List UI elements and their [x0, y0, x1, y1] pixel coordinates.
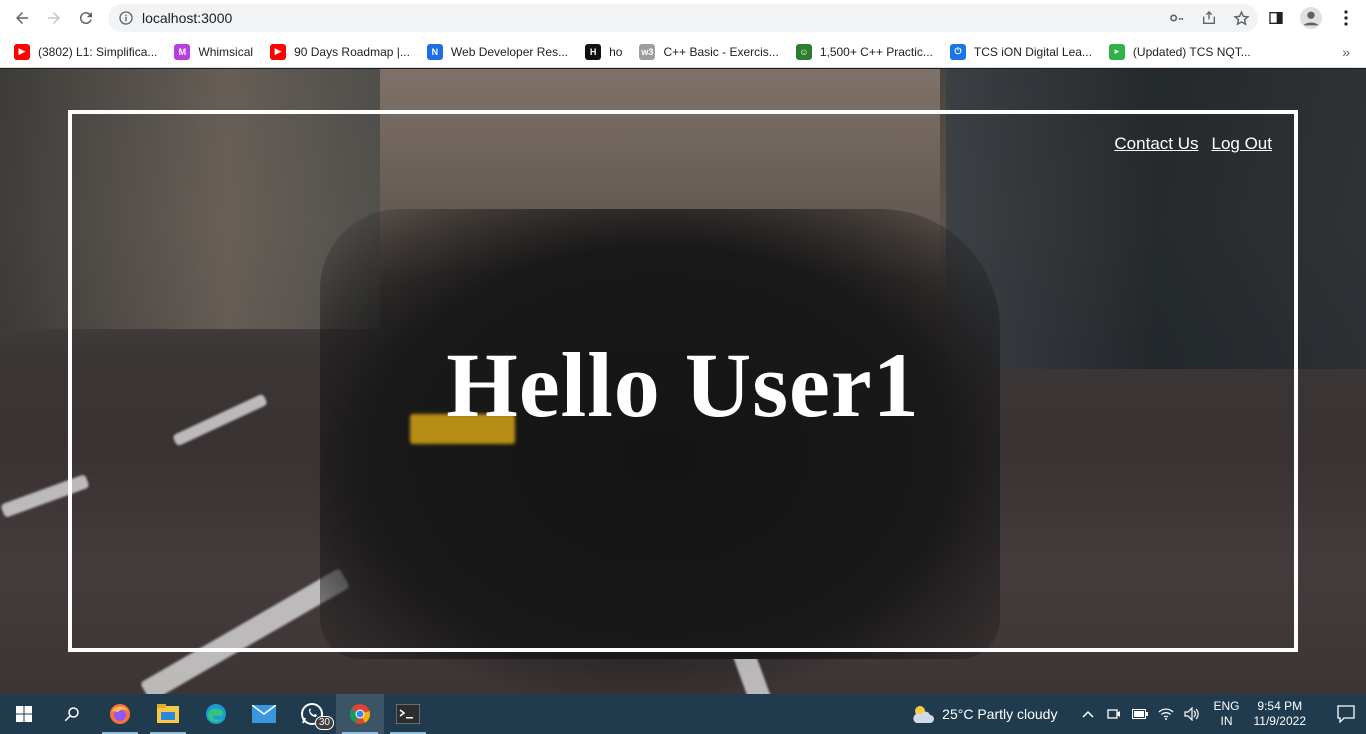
search-button[interactable] [48, 694, 96, 734]
chevron-up-icon[interactable] [1079, 705, 1097, 723]
mail-taskbar-button[interactable] [240, 694, 288, 734]
bookmark-label: 1,500+ C++ Practic... [819, 44, 933, 59]
edge-taskbar-button[interactable] [192, 694, 240, 734]
battery-icon[interactable] [1131, 705, 1149, 723]
start-button[interactable] [0, 694, 48, 734]
bookmark-item[interactable]: w3 C++ Basic - Exercis... [639, 43, 779, 60]
contact-us-link[interactable]: Contact Us [1114, 134, 1198, 154]
bookmark-item[interactable]: Hho [585, 43, 623, 60]
notification-button[interactable] [1326, 694, 1366, 734]
kebab-menu-icon[interactable] [1336, 8, 1356, 28]
reload-icon [79, 12, 92, 25]
bookmark-item[interactable]: ☺ 1,500+ C++ Practic... [795, 43, 933, 60]
chrome-icon [349, 704, 370, 724]
terminal-taskbar-button[interactable] [384, 694, 432, 734]
youtube-icon: ▶ [14, 43, 30, 60]
greeting-heading: Hello User1 [446, 334, 920, 436]
weather-widget[interactable]: 25°C Partly cloudy [910, 703, 1057, 725]
language-code: ENG [1213, 699, 1240, 713]
notion-style-icon: N [426, 43, 443, 60]
key-icon[interactable] [1168, 9, 1186, 27]
bookmark-item[interactable]: N Web Developer Res... [426, 43, 569, 60]
wifi-icon[interactable] [1157, 705, 1175, 723]
w3resource-icon: w3 [639, 43, 656, 60]
bookmarks-overflow-button[interactable]: » [1342, 44, 1350, 60]
chrome-taskbar-button[interactable] [336, 694, 384, 734]
clock[interactable]: 9:54 PM 11/9/2022 [1254, 699, 1307, 729]
log-out-link[interactable]: Log Out [1212, 134, 1273, 154]
play-badge-icon: ▸ [1108, 43, 1125, 60]
edge-icon [206, 704, 226, 724]
share-icon[interactable] [1200, 9, 1218, 27]
top-nav: Contact Us Log Out [1114, 134, 1272, 154]
hero-frame: Contact Us Log Out Hello User1 [68, 110, 1298, 652]
hackerrank-style-icon: H [585, 43, 602, 60]
weather-text: 25°C Partly cloudy [942, 706, 1058, 722]
firefox-icon [110, 704, 130, 724]
windows-logo-icon [16, 706, 32, 722]
bookmarks-bar: ▶ (3802) L1: Simplifica... M Whimsical ▶ 90 D… [0, 36, 1366, 68]
reload-button[interactable] [70, 2, 102, 34]
notification-icon [1337, 705, 1355, 723]
bookmark-label: Web Developer Res... [450, 44, 569, 59]
profile-avatar[interactable] [1300, 7, 1322, 29]
volume-icon[interactable] [1183, 705, 1201, 723]
partly-cloudy-icon [913, 706, 935, 723]
system-tray: 25°C Partly cloudy ENG IN 9:54 PM 11/9/2… [910, 694, 1366, 734]
url-text[interactable]: localhost:3000 [142, 10, 232, 26]
region-code: IN [1220, 714, 1233, 728]
bookmark-item[interactable]: ⏻ TCS iON Digital Lea... [949, 43, 1092, 60]
bookmark-item[interactable]: ▶ 90 Days Roadmap |... [270, 43, 410, 60]
arrow-left-icon [16, 12, 28, 24]
youtube-icon: ▶ [270, 43, 287, 60]
file-explorer-taskbar-button[interactable] [144, 694, 192, 734]
arrow-right-icon [48, 12, 60, 24]
bookmark-label: (3802) L1: Simplifica... [38, 44, 158, 59]
firefox-taskbar-button[interactable] [96, 694, 144, 734]
bookmark-label: C++ Basic - Exercis... [663, 44, 779, 59]
bookmark-item[interactable]: M Whimsical [174, 43, 254, 60]
side-panel-icon[interactable] [1266, 8, 1286, 28]
clock-time: 9:54 PM [1257, 699, 1303, 713]
terminal-icon [396, 704, 420, 724]
bookmark-label: Whimsical [198, 44, 254, 59]
page-hero: Contact Us Log Out Hello User1 [0, 69, 1366, 694]
folder-icon [157, 704, 179, 723]
bookmark-label: TCS iON Digital Lea... [973, 44, 1092, 59]
practice-site-icon: ☺ [795, 43, 812, 60]
bookmark-label: (Updated) TCS NQT... [1132, 44, 1251, 59]
forward-button[interactable] [38, 2, 70, 34]
whatsapp-taskbar-button[interactable]: 30 [288, 694, 336, 734]
info-icon [119, 11, 133, 25]
search-icon [64, 707, 79, 722]
browser-toolbar: localhost:3000 [0, 0, 1366, 36]
bookmark-item[interactable]: ▶ (3802) L1: Simplifica... [14, 43, 158, 60]
bookmark-label: ho [609, 44, 623, 59]
tray-icons [1079, 705, 1201, 723]
star-icon[interactable] [1232, 9, 1250, 27]
bookmark-label: 90 Days Roadmap |... [294, 44, 410, 59]
meet-now-icon[interactable] [1105, 705, 1123, 723]
language-indicator[interactable]: ENG IN [1213, 699, 1239, 729]
whimsical-icon: M [174, 43, 191, 60]
clock-date: 11/9/2022 [1253, 714, 1307, 728]
power-icon: ⏻ [949, 43, 966, 60]
back-button[interactable] [6, 2, 38, 34]
windows-taskbar: 30 25°C Partly cloudy ENG IN 9:54 PM 11/… [0, 694, 1366, 734]
address-bar[interactable]: localhost:3000 [108, 4, 1258, 32]
whatsapp-badge: 30 [314, 716, 334, 730]
mail-icon [252, 705, 276, 723]
bookmark-item[interactable]: ▸ (Updated) TCS NQT... [1108, 43, 1251, 60]
